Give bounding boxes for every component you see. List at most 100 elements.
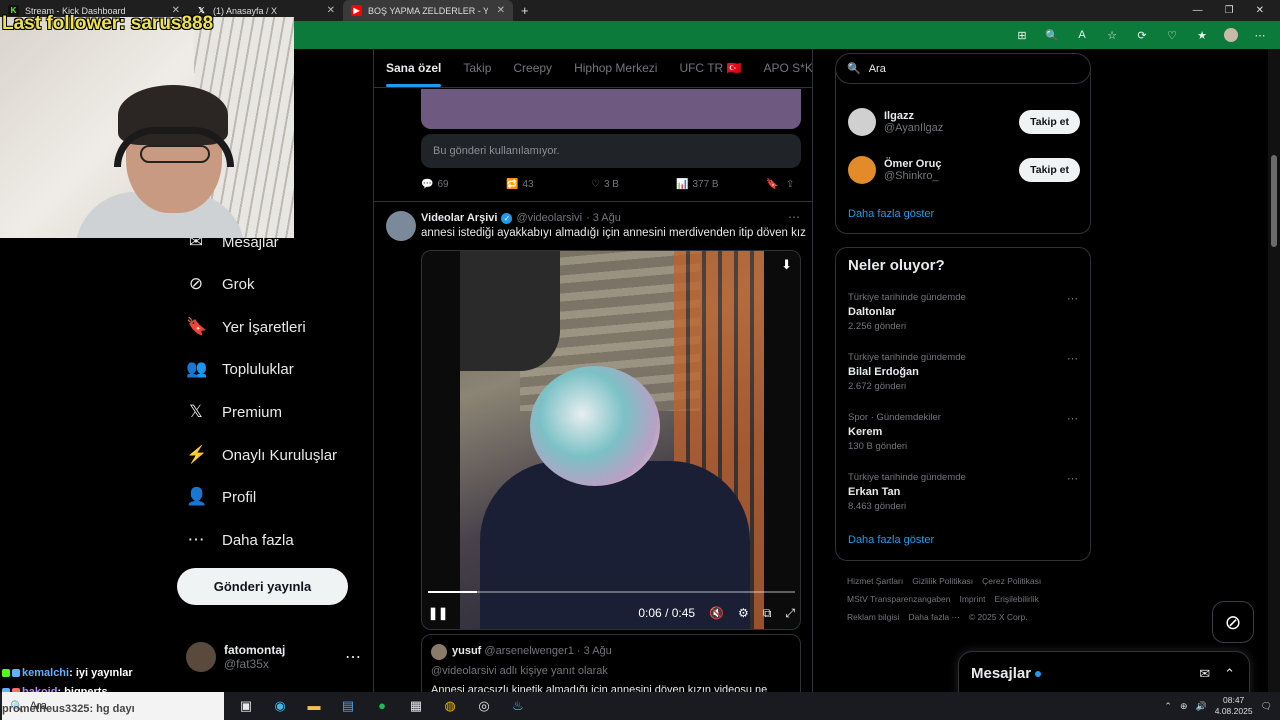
account-switcher[interactable]: fatomontaj @fat35x ⋯ xyxy=(186,642,361,672)
volume-icon[interactable]: 🔊 xyxy=(1196,701,1207,712)
nav-communities[interactable]: 👥 Topluluklar xyxy=(186,357,294,381)
settings-icon[interactable]: ⚙ xyxy=(738,606,749,620)
more-icon[interactable]: ⋯ xyxy=(1067,292,1078,305)
video-player[interactable]: ⬇ ❚❚ 0:06 / 0:45 🔇 ⚙ ⧉ ⤢ xyxy=(421,250,801,630)
bookmark-button[interactable]: 🔖 xyxy=(766,179,786,190)
trend-item[interactable]: Türkiye tarihinde gündemde Daltonlar 2.2… xyxy=(848,292,1080,332)
avatar[interactable] xyxy=(431,644,447,660)
messages-drawer[interactable]: Mesajlar ✉ ⌃ xyxy=(958,651,1250,696)
tray-chevron-icon[interactable]: ⌃ xyxy=(1164,701,1172,712)
tab-sana-ozel[interactable]: Sana özel xyxy=(386,61,442,87)
folder-icon[interactable]: ▬ xyxy=(304,698,324,714)
reply-button[interactable]: 💬 69 xyxy=(421,179,506,190)
avatar[interactable] xyxy=(848,108,876,136)
mute-icon[interactable]: 🔇 xyxy=(709,606,724,620)
extension-icon[interactable]: ♡ xyxy=(1164,29,1180,42)
clock[interactable]: 08:47 4.08.2025 xyxy=(1215,695,1253,717)
more-icon[interactable]: ⋯ xyxy=(345,647,361,667)
tab-ufc[interactable]: UFC TR 🇹🇷 xyxy=(679,61,741,75)
footer-link[interactable]: Hizmet Şartları xyxy=(847,576,903,586)
author-handle[interactable]: @videolarsivi xyxy=(516,212,582,224)
footer-link[interactable]: Erişilebilirlik xyxy=(994,594,1038,604)
nav-premium[interactable]: 𝕏 Premium xyxy=(186,400,282,424)
scrollbar-thumb[interactable] xyxy=(1271,155,1277,247)
more-icon[interactable]: ⋯ xyxy=(1067,412,1078,425)
footer-link[interactable]: Imprint xyxy=(959,594,985,604)
refresh-icon[interactable]: ⟳ xyxy=(1134,29,1150,42)
video-progress-bar[interactable] xyxy=(428,591,795,593)
footer-link[interactable]: Daha fazla ⋯ xyxy=(908,612,960,622)
expand-icon[interactable]: ⌃ xyxy=(1224,666,1235,682)
close-icon[interactable]: ✕ xyxy=(327,5,335,16)
pause-icon[interactable]: ❚❚ xyxy=(428,606,448,620)
menu-icon[interactable]: ⋯ xyxy=(1252,29,1268,42)
show-more-link[interactable]: Daha fazla göster xyxy=(848,534,934,546)
footer-link[interactable]: Çerez Politikası xyxy=(982,576,1041,586)
more-icon[interactable]: ⋯ xyxy=(788,210,800,224)
avatar[interactable] xyxy=(848,156,876,184)
store-icon[interactable]: ▤ xyxy=(338,698,358,714)
chrome-icon[interactable]: ◍ xyxy=(440,698,460,714)
profile-avatar[interactable] xyxy=(1224,28,1238,42)
reply-handle[interactable]: @arsenelwenger1 xyxy=(484,645,573,657)
follow-button[interactable]: Takip et xyxy=(1019,110,1080,134)
reply-author[interactable]: yusuf xyxy=(452,645,481,657)
follow-suggestion[interactable]: Ömer Oruç @Shinkro_ Takip et xyxy=(848,156,1080,184)
read-aloud-icon[interactable]: A xyxy=(1074,29,1090,41)
tab-creepy[interactable]: Creepy xyxy=(513,61,552,75)
minimize-button[interactable]: — xyxy=(1193,5,1203,16)
network-icon[interactable]: ⊕ xyxy=(1180,701,1188,712)
footer-link[interactable]: Gizlilik Politikası xyxy=(912,576,973,586)
task-view-icon[interactable]: ▣ xyxy=(236,698,256,714)
obs-icon[interactable]: ◎ xyxy=(474,698,494,714)
show-more-link[interactable]: Daha fazla göster xyxy=(848,208,934,220)
quoted-reply[interactable]: yusuf @arsenelwenger1 · 3 Ağu @videolars… xyxy=(421,634,801,692)
footer-link[interactable]: MStV Transparenzangaben xyxy=(847,594,950,604)
spotify-icon[interactable]: ● xyxy=(372,698,392,714)
tab-apo[interactable]: APO S*KEN xyxy=(764,61,813,75)
trend-item[interactable]: Türkiye tarihinde gündemde Erkan Tan 8.4… xyxy=(848,472,1080,512)
favorite-icon[interactable]: ☆ xyxy=(1104,29,1120,42)
trend-item[interactable]: Spor · Gündemdekiler Kerem 130 B gönderi… xyxy=(848,412,1080,452)
edge-icon[interactable]: ◉ xyxy=(270,698,290,714)
repost-button[interactable]: 🔁 43 xyxy=(506,179,591,190)
tab-takip[interactable]: Takip xyxy=(463,61,491,75)
post-button[interactable]: Gönderi yayınla xyxy=(177,568,348,605)
trend-item[interactable]: Türkiye tarihinde gündemde Bilal Erdoğan… xyxy=(848,352,1080,392)
close-icon[interactable]: ✕ xyxy=(497,5,505,16)
more-icon[interactable]: ⋯ xyxy=(1067,352,1078,365)
close-window-button[interactable]: ✕ xyxy=(1256,5,1264,16)
zoom-icon[interactable]: 🔍 xyxy=(1044,29,1060,42)
post-date[interactable]: · 3 Ağu xyxy=(586,212,621,224)
maximize-button[interactable]: ❐ xyxy=(1225,5,1234,16)
footer-link[interactable]: Reklam bilgisi xyxy=(847,612,899,622)
author-name[interactable]: Videolar Arşivi xyxy=(421,212,497,224)
download-icon[interactable]: ⬇ xyxy=(781,257,792,273)
follow-suggestion[interactable]: Ilgazz @AyanIlgaz Takip et xyxy=(848,108,1080,136)
nav-verified-orgs[interactable]: ⚡ Onaylı Kuruluşlar xyxy=(186,443,337,467)
scrollbar[interactable] xyxy=(1268,49,1280,692)
apps-icon[interactable]: ⊞ xyxy=(1014,29,1030,42)
nav-profile[interactable]: 👤 Profil xyxy=(186,485,256,509)
more-icon[interactable]: ⋯ xyxy=(1067,472,1078,485)
follow-button[interactable]: Takip et xyxy=(1019,158,1080,182)
like-button[interactable]: ♡ 3 B xyxy=(591,179,676,190)
avatar[interactable] xyxy=(386,211,416,241)
calculator-icon[interactable]: ▦ xyxy=(406,698,426,714)
pip-icon[interactable]: ⧉ xyxy=(763,606,772,621)
tab-hiphop[interactable]: Hiphop Merkezi xyxy=(574,61,657,75)
nav-more[interactable]: ⋯ Daha fazla xyxy=(186,528,294,552)
new-tab-button[interactable]: + xyxy=(521,3,529,18)
notification-icon[interactable]: 🗨 xyxy=(1261,701,1272,712)
new-message-icon[interactable]: ✉ xyxy=(1199,666,1210,682)
nav-bookmarks[interactable]: 🔖 Yer İşaretleri xyxy=(186,315,306,339)
nav-grok[interactable]: ⊘ Grok xyxy=(186,272,255,296)
views-button[interactable]: 📊 377 B xyxy=(676,179,766,190)
share-button[interactable]: ⇪ xyxy=(786,179,794,190)
grok-button[interactable]: ⊘ xyxy=(1212,601,1254,643)
browser-tab-youtube[interactable]: ▶ BOŞ YAPMA ZELDERLER - YouTub ✕ xyxy=(343,0,513,21)
steam-icon[interactable]: ♨ xyxy=(508,698,528,714)
collections-icon[interactable]: ★ xyxy=(1194,29,1210,42)
post-image[interactable] xyxy=(421,89,801,129)
fullscreen-icon[interactable]: ⤢ xyxy=(785,606,795,621)
